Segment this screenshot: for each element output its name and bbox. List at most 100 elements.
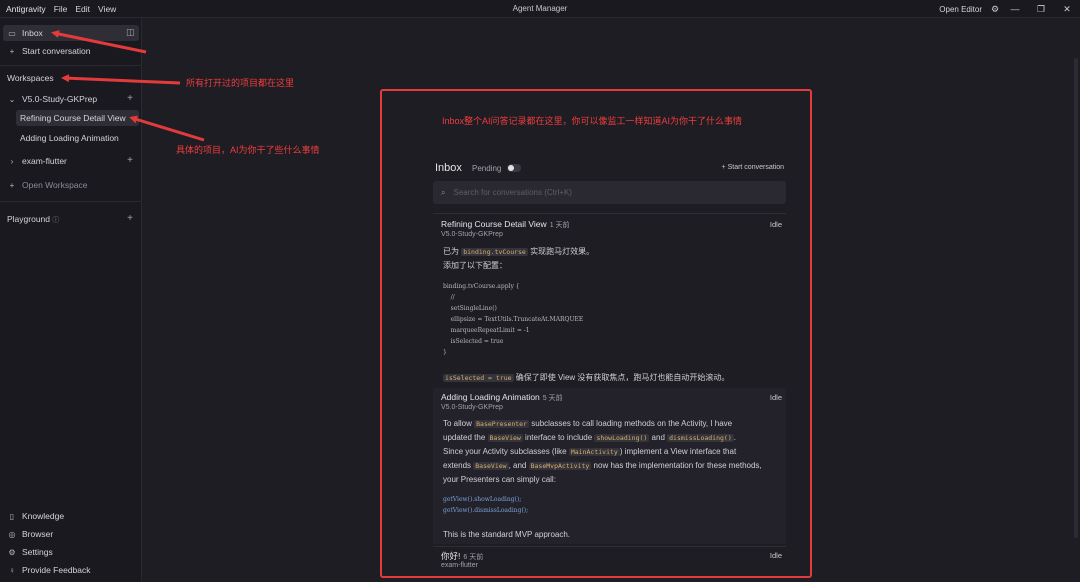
conversation-time: 6 天前 [463, 554, 484, 561]
text: and [651, 433, 665, 442]
workspaces-label: Workspaces [7, 73, 54, 83]
sidebar-item-label: Knowledge [22, 511, 65, 521]
sidebar: ▭ Inbox ◫ + Start conversation Workspace… [0, 18, 142, 582]
sidebar-item-settings[interactable]: ⚙ Settings [3, 544, 139, 560]
sidebar-item-label: Browser [22, 529, 54, 539]
conversation-summary: 已为 binding.tvCourse 实现跑马灯效果。 添加了以下配置： [443, 245, 594, 272]
workspace-item-exam-flutter[interactable]: › exam-flutter [3, 153, 139, 169]
inbox-icon: ▭ [8, 28, 16, 38]
plus-icon: + [9, 180, 15, 190]
text: 已为 [443, 247, 459, 256]
conversation-footer: isSelected = true 确保了即使 View 没有获取焦点，跑马灯也… [443, 371, 729, 385]
open-editor-button[interactable]: Open Editor [939, 5, 982, 14]
inline-code: dismissLoading() [667, 434, 734, 442]
inline-code: showLoading() [594, 434, 650, 442]
inline-code: BaseView [473, 462, 509, 470]
conversation-time: 5 天前 [542, 395, 563, 402]
conversation-workspace: V5.0-Study-GKPrep [441, 231, 503, 238]
conversation-status: Idle [769, 220, 782, 229]
globe-icon: ◎ [8, 529, 16, 539]
text: 确保了即使 View 没有获取焦点，跑马灯也能自动开始滚动。 [515, 373, 730, 382]
minimize-icon[interactable]: — [1002, 0, 1028, 18]
sidebar-item-feedback[interactable]: ♀ Provide Feedback [3, 562, 139, 578]
inline-code: BasePresenter [474, 420, 530, 428]
text: 添加了以下配置： [443, 261, 507, 270]
text: subclasses to call loading methods on th… [531, 419, 733, 428]
conversation-title: Refining Course Detail View 1 天前 [441, 219, 570, 230]
chevron-right-icon: › [10, 156, 14, 166]
conversation-item[interactable]: Refining Course Detail View 1 天前 V5.0-Stu… [433, 219, 786, 389]
playground-label[interactable]: Playground ⓘ [7, 214, 59, 225]
gear-icon: ⚙ [8, 547, 16, 557]
menu-file[interactable]: File [54, 4, 68, 14]
open-workspace-button[interactable]: + Open Workspace [3, 177, 139, 193]
open-workspace-label: Open Workspace [22, 180, 88, 190]
chevron-down-icon: ⌄ [8, 94, 16, 104]
sidebar-item-label: Provide Feedback [22, 565, 91, 575]
sidebar-item-label: Start conversation [22, 46, 91, 56]
annotation-text: 所有打开过的项目都在这里 [186, 78, 295, 88]
inbox-title: Inbox [435, 162, 462, 174]
settings-gear-icon[interactable]: ⚙ [988, 0, 1002, 18]
scrollbar[interactable] [1074, 58, 1078, 538]
conversation-status: Idle [769, 393, 782, 402]
text: your Presenters can simply call: [443, 475, 556, 484]
inline-code: binding.tvCourse [461, 248, 528, 256]
inline-code: BaseView [487, 434, 523, 442]
start-conversation-button[interactable]: + Start conversation [722, 164, 784, 171]
info-icon: ⓘ [52, 217, 60, 224]
conversation-title-text: Adding Loading Animation [441, 392, 540, 402]
conversation-title-text: 你好! [441, 551, 461, 561]
search-box: ⌕ [433, 181, 786, 204]
text: To allow [443, 419, 472, 428]
divider [433, 546, 786, 547]
text: . [733, 433, 736, 442]
sidebar-item-refining-course[interactable]: Refining Course Detail View [16, 110, 139, 126]
add-conversation-icon[interactable]: + [127, 155, 133, 166]
text: Since your Activity subclasses (like [443, 447, 567, 456]
inline-code: MainActivity [568, 448, 620, 456]
plus-icon: + [9, 46, 15, 56]
playground-text: Playground [7, 214, 51, 224]
sidebar-item-inbox[interactable]: ▭ Inbox [3, 25, 139, 41]
sidebar-item-browser[interactable]: ◎ Browser [3, 526, 139, 542]
code-block: binding.tvCourse.apply { // setSingleLin… [443, 283, 584, 356]
sidebar-item-label: Inbox [22, 28, 43, 38]
conversation-item[interactable]: 你好! 6 天前 exam-flutter Idle [433, 550, 786, 574]
inline-code: BaseMvpActivity [528, 462, 592, 470]
start-conversation-label: Start conversation [727, 164, 784, 171]
menu-edit[interactable]: Edit [75, 4, 90, 14]
pending-label: Pending [472, 164, 502, 173]
text: now has the implementation for these met… [593, 461, 762, 470]
sidebar-item-start-conversation[interactable]: + Start conversation [3, 43, 139, 59]
pending-toggle[interactable] [507, 164, 521, 172]
search-icon: ⌕ [441, 187, 446, 197]
text: updated the [443, 433, 486, 442]
workspace-name: V5.0-Study-GKPrep [22, 94, 98, 104]
window-title: Agent Manager [512, 4, 568, 13]
add-playground-icon[interactable]: + [127, 213, 133, 224]
sidebar-item-label: Settings [22, 547, 53, 557]
divider [0, 201, 142, 202]
text: , and [508, 461, 527, 470]
conversation-time: 1 天前 [549, 222, 570, 229]
text: 实现跑马灯效果。 [530, 247, 595, 256]
divider [433, 213, 786, 214]
conversation-item[interactable]: Adding Loading Animation 5 天前 V5.0-Study-… [433, 392, 786, 542]
menu-view[interactable]: View [98, 4, 116, 14]
inline-code: isSelected = true [443, 374, 514, 382]
maximize-icon[interactable]: ❐ [1028, 0, 1054, 18]
toggle-sidebar-icon[interactable]: ◫ [126, 27, 135, 38]
search-input[interactable] [453, 188, 754, 197]
title-bar: Antigravity File Edit View Agent Manager… [0, 0, 1080, 18]
sidebar-item-knowledge[interactable]: ▯ Knowledge [3, 508, 139, 524]
conversation-footer: This is the standard MVP approach. [443, 530, 571, 539]
add-conversation-icon[interactable]: + [127, 93, 133, 104]
text: ) implement a View interface that [619, 447, 737, 456]
close-icon[interactable]: ✕ [1054, 0, 1080, 18]
text: interface to include [525, 433, 593, 442]
sidebar-item-adding-loading[interactable]: Adding Loading Animation [16, 130, 139, 146]
conversation-title: 你好! 6 天前 [441, 550, 483, 562]
divider [0, 65, 142, 66]
workspace-item-v5-study[interactable]: ⌄ V5.0-Study-GKPrep [3, 91, 139, 107]
